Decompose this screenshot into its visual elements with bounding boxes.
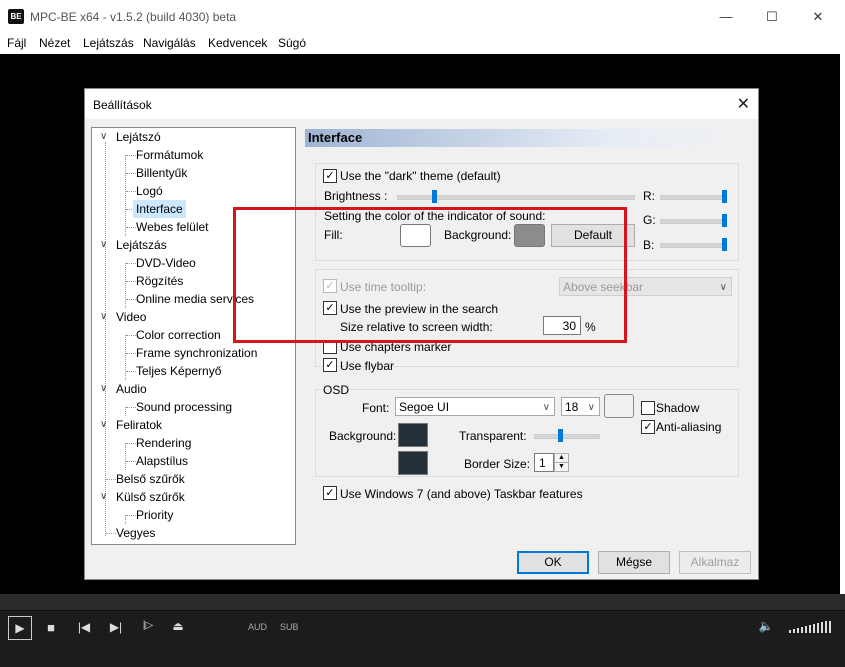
tree-node-feliratok[interactable]: ∨ Feliratok	[100, 416, 162, 434]
tree-item-color-correction[interactable]: Color correction	[136, 326, 221, 344]
tree-item-rendering[interactable]: Rendering	[136, 434, 191, 452]
volume-icon[interactable]: 🔈	[758, 619, 774, 633]
antialiasing-checkbox[interactable]: ✓	[641, 420, 655, 434]
r-slider[interactable]	[660, 195, 726, 200]
shadow-label: Shadow	[656, 401, 700, 415]
flybar-label: Use flybar	[340, 359, 395, 373]
tree-item-teljes-kepernyo[interactable]: Teljes Képernyő	[136, 362, 221, 380]
spin-down-icon[interactable]: ▼	[554, 462, 569, 472]
menu-navigate[interactable]: Navigálás	[143, 36, 196, 50]
tree-item-vegyes[interactable]: Vegyes	[116, 524, 155, 542]
font-dropdown[interactable]: Segoe UI ∨	[395, 397, 555, 416]
chevron-down-icon[interactable]: ∨	[100, 380, 107, 398]
seekbar[interactable]	[0, 594, 845, 611]
app-logo-icon: BE	[8, 9, 24, 24]
g-slider[interactable]	[660, 219, 726, 224]
chevron-down-icon: ∨	[587, 402, 595, 413]
font-size-dropdown[interactable]: 18 ∨	[561, 397, 600, 416]
antialiasing-label: Anti-aliasing	[656, 420, 722, 434]
transparent-slider[interactable]	[534, 434, 600, 439]
taskbar-features-checkbox[interactable]: ✓	[323, 486, 337, 500]
tree-node-audio[interactable]: ∨ Audio	[100, 380, 147, 398]
tree-node-lejatszas[interactable]: ∨ Lejátszás	[100, 236, 167, 254]
previous-button[interactable]: |◀	[76, 620, 92, 634]
chevron-down-icon: ∨	[719, 282, 727, 293]
tree-node-lejatszo[interactable]: ∨ Lejátszó	[100, 128, 161, 146]
osd-legend: OSD	[321, 383, 352, 397]
shadow-checkbox[interactable]	[641, 401, 655, 415]
dialog-title: Beállítások	[93, 98, 152, 112]
minimize-button[interactable]: —	[703, 4, 749, 30]
ok-button[interactable]: OK	[517, 551, 589, 574]
frame-step-button[interactable]: |▷	[140, 620, 156, 631]
osd-background-swatch[interactable]	[398, 423, 428, 447]
chevron-down-icon[interactable]: ∨	[100, 236, 107, 254]
menu-play[interactable]: Lejátszás	[83, 36, 134, 50]
font-color-swatch[interactable]	[604, 394, 634, 418]
osd-background-label: Background:	[329, 429, 397, 443]
stop-button[interactable]: ■	[44, 620, 58, 635]
g-label: G:	[643, 213, 656, 227]
tree-node-kulso-szurok[interactable]: ∨ Külső szűrők	[100, 488, 185, 506]
border-size-input[interactable]: 1	[534, 453, 554, 472]
chevron-down-icon[interactable]: ∨	[100, 128, 107, 146]
chevron-down-icon: ∨	[542, 402, 550, 413]
menu-file[interactable]: Fájl	[7, 36, 26, 50]
brightness-slider-thumb[interactable]	[432, 190, 437, 203]
tree-item-logo[interactable]: Logó	[136, 182, 163, 200]
eject-icon[interactable]: ⏏	[170, 619, 186, 633]
dark-theme-label: Use the "dark" theme (default)	[340, 169, 501, 183]
dark-theme-checkbox[interactable]: ✓	[323, 169, 337, 183]
font-label: Font:	[362, 401, 390, 415]
chevron-down-icon[interactable]: ∨	[100, 416, 107, 434]
r-slider-thumb[interactable]	[722, 190, 727, 203]
volume-slider[interactable]	[789, 621, 833, 633]
chevron-down-icon[interactable]: ∨	[100, 488, 107, 506]
highlight-box	[233, 207, 627, 343]
maximize-button[interactable]: ☐	[749, 4, 795, 30]
tree-item-belso-szurok[interactable]: Belső szűrők	[116, 470, 185, 488]
tree-node-video[interactable]: ∨ Video	[100, 308, 146, 326]
menu-bar: Fájl Nézet Lejátszás Navigálás Kedvencek…	[0, 34, 845, 54]
b-slider[interactable]	[660, 243, 726, 248]
taskbar-features-label: Use Windows 7 (and above) Taskbar featur…	[340, 487, 583, 501]
transparent-slider-thumb[interactable]	[558, 429, 563, 442]
tree-item-sound-processing[interactable]: Sound processing	[136, 398, 232, 416]
tree-item-dvd-video[interactable]: DVD-Video	[136, 254, 196, 272]
g-slider-thumb[interactable]	[722, 214, 727, 227]
menu-help[interactable]: Súgó	[278, 36, 306, 50]
brightness-label: Brightness :	[324, 189, 388, 203]
panel-header: Interface	[305, 129, 751, 147]
r-label: R:	[643, 189, 655, 203]
osd-border-color-swatch[interactable]	[398, 451, 428, 475]
cancel-button[interactable]: Mégse	[598, 551, 670, 574]
menu-favorites[interactable]: Kedvencek	[208, 36, 267, 50]
tree-item-interface[interactable]: Interface	[133, 200, 186, 218]
flybar-checkbox[interactable]: ✓	[323, 358, 337, 372]
tree-item-rogzites[interactable]: Rögzítés	[136, 272, 183, 290]
next-button[interactable]: ▶|	[108, 620, 124, 634]
menu-view[interactable]: Nézet	[39, 36, 70, 50]
tree-item-frame-sync[interactable]: Frame synchronization	[136, 344, 257, 362]
subtitle-track-button[interactable]: SUB	[280, 622, 299, 632]
app-titlebar: BE MPC-BE x64 - v1.5.2 (build 4030) beta…	[0, 0, 845, 34]
window-edge	[840, 54, 845, 594]
app-title: MPC-BE x64 - v1.5.2 (build 4030) beta	[30, 10, 237, 24]
b-slider-thumb[interactable]	[722, 238, 727, 251]
audio-track-button[interactable]: AUD	[248, 622, 267, 632]
tree-item-priority[interactable]: Priority	[136, 506, 173, 524]
apply-button[interactable]: Alkalmaz	[679, 551, 751, 574]
tree-item-billentyuk[interactable]: Billentyűk	[136, 164, 187, 182]
chevron-down-icon[interactable]: ∨	[100, 308, 107, 326]
close-icon[interactable]: ✕	[737, 94, 750, 114]
transparent-label: Transparent:	[459, 429, 527, 443]
play-button[interactable]: ▶	[8, 616, 32, 640]
dialog-titlebar: Beállítások ✕	[85, 89, 758, 119]
border-size-label: Border Size:	[464, 457, 531, 471]
tree-item-alapstilus[interactable]: Alapstílus	[136, 452, 188, 470]
tree-item-formatumok[interactable]: Formátumok	[136, 146, 203, 164]
b-label: B:	[643, 238, 655, 252]
close-window-button[interactable]: ✕	[795, 4, 841, 30]
tree-item-webes-felulet[interactable]: Webes felület	[136, 218, 209, 236]
